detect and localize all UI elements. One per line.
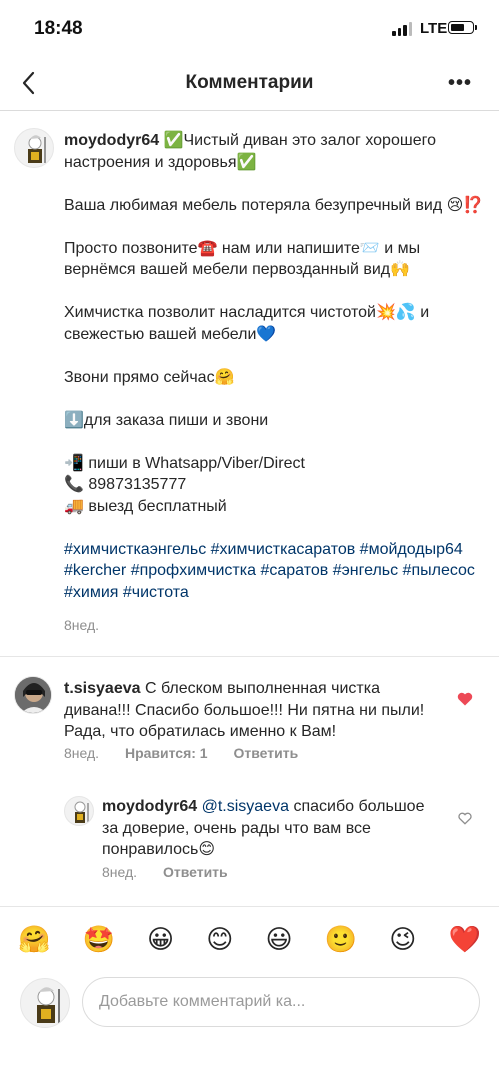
emoji-quick-bar: 🤗 🤩 😀 😊 😃 🙂 😉 ❤️: [0, 920, 499, 960]
page-title: Комментарии: [185, 72, 314, 93]
post-line: 📲 пиши в Whatsapp/Viber/Direct: [64, 454, 305, 472]
reply-button[interactable]: Ответить: [163, 864, 228, 880]
divider: [0, 906, 499, 907]
post-username[interactable]: moydodyr64: [64, 132, 164, 149]
divider: [0, 656, 499, 657]
status-bar: 18:48 LTE: [0, 0, 499, 60]
reply-timestamp: 8нед.: [102, 864, 138, 880]
comment-timestamp: 8нед.: [64, 745, 100, 761]
more-options-button[interactable]: •••: [448, 72, 472, 95]
like-button[interactable]: [457, 692, 473, 706]
status-time: 18:48: [34, 18, 83, 39]
reply-username[interactable]: moydodyr64: [102, 798, 197, 815]
post-timestamp: 8нед.: [64, 617, 100, 633]
commenter-avatar[interactable]: [14, 676, 52, 714]
mascot-logo-icon: [74, 801, 89, 823]
heart-filled-icon: [457, 692, 473, 706]
comment-text: t.sisyaeva С блеском выполненная чистка …: [64, 678, 444, 743]
post-line: Ваша любимая мебель потеряла безупречный…: [64, 196, 484, 214]
post-author-avatar[interactable]: [14, 128, 54, 168]
emoji-button[interactable]: ❤️: [449, 920, 481, 960]
emoji-button[interactable]: 🤗: [18, 920, 50, 960]
comment-meta: 8нед. Нравится: 1 Ответить: [64, 745, 298, 761]
post-line: Звони прямо сейчас🤗: [64, 368, 235, 386]
emoji-button[interactable]: 😃: [266, 920, 293, 960]
mascot-logo-icon: [28, 135, 46, 163]
mascot-logo-icon: [37, 987, 60, 1023]
current-user-avatar: [20, 978, 70, 1028]
reply-author-avatar[interactable]: [64, 796, 94, 826]
like-button[interactable]: [458, 812, 472, 825]
battery-icon: [448, 21, 477, 34]
comment-input[interactable]: [82, 977, 480, 1027]
post-line: 🚚 выезд бесплатный: [64, 497, 227, 515]
emoji-button[interactable]: 😀: [147, 920, 174, 960]
post-line: Просто позвоните☎️ нам или напишите📨 и м…: [64, 239, 421, 279]
likes-count[interactable]: Нравится: 1: [125, 745, 208, 761]
emoji-button[interactable]: 🙂: [325, 920, 357, 960]
signal-icon: [392, 22, 412, 36]
reply-button[interactable]: Ответить: [233, 745, 298, 761]
comment-username[interactable]: t.sisyaeva: [64, 680, 141, 697]
post-body: moydodyr64 ✅Чистый диван это залог хорош…: [64, 130, 484, 539]
emoji-button[interactable]: 😉: [389, 920, 416, 960]
post-caption: moydodyr64 ✅Чистый диван это залог хорош…: [64, 130, 484, 637]
post-line: Химчистка позволит насладится чистотой💥💦…: [64, 304, 430, 343]
post-line: moydodyr64 ✅Чистый диван это залог хорош…: [64, 130, 484, 173]
network-label: LTE: [420, 20, 448, 37]
post-hashtags[interactable]: #химчисткаэнгельс #химчисткасаратов #мой…: [64, 539, 484, 604]
heart-outline-icon: [458, 812, 472, 825]
emoji-button[interactable]: 🤩: [83, 920, 115, 960]
reply-meta: 8нед. Ответить: [102, 864, 228, 880]
emoji-button[interactable]: 😊: [206, 920, 233, 960]
post-line: 📞 89873135777: [64, 476, 187, 493]
reply-text: moydodyr64 @t.sisyaeva спасибо большое з…: [102, 796, 442, 861]
reply-mention[interactable]: @t.sisyaeva: [202, 798, 289, 815]
post-line: ⬇️для заказа пиши и звони: [64, 411, 269, 429]
profile-photo-icon: [15, 677, 51, 713]
